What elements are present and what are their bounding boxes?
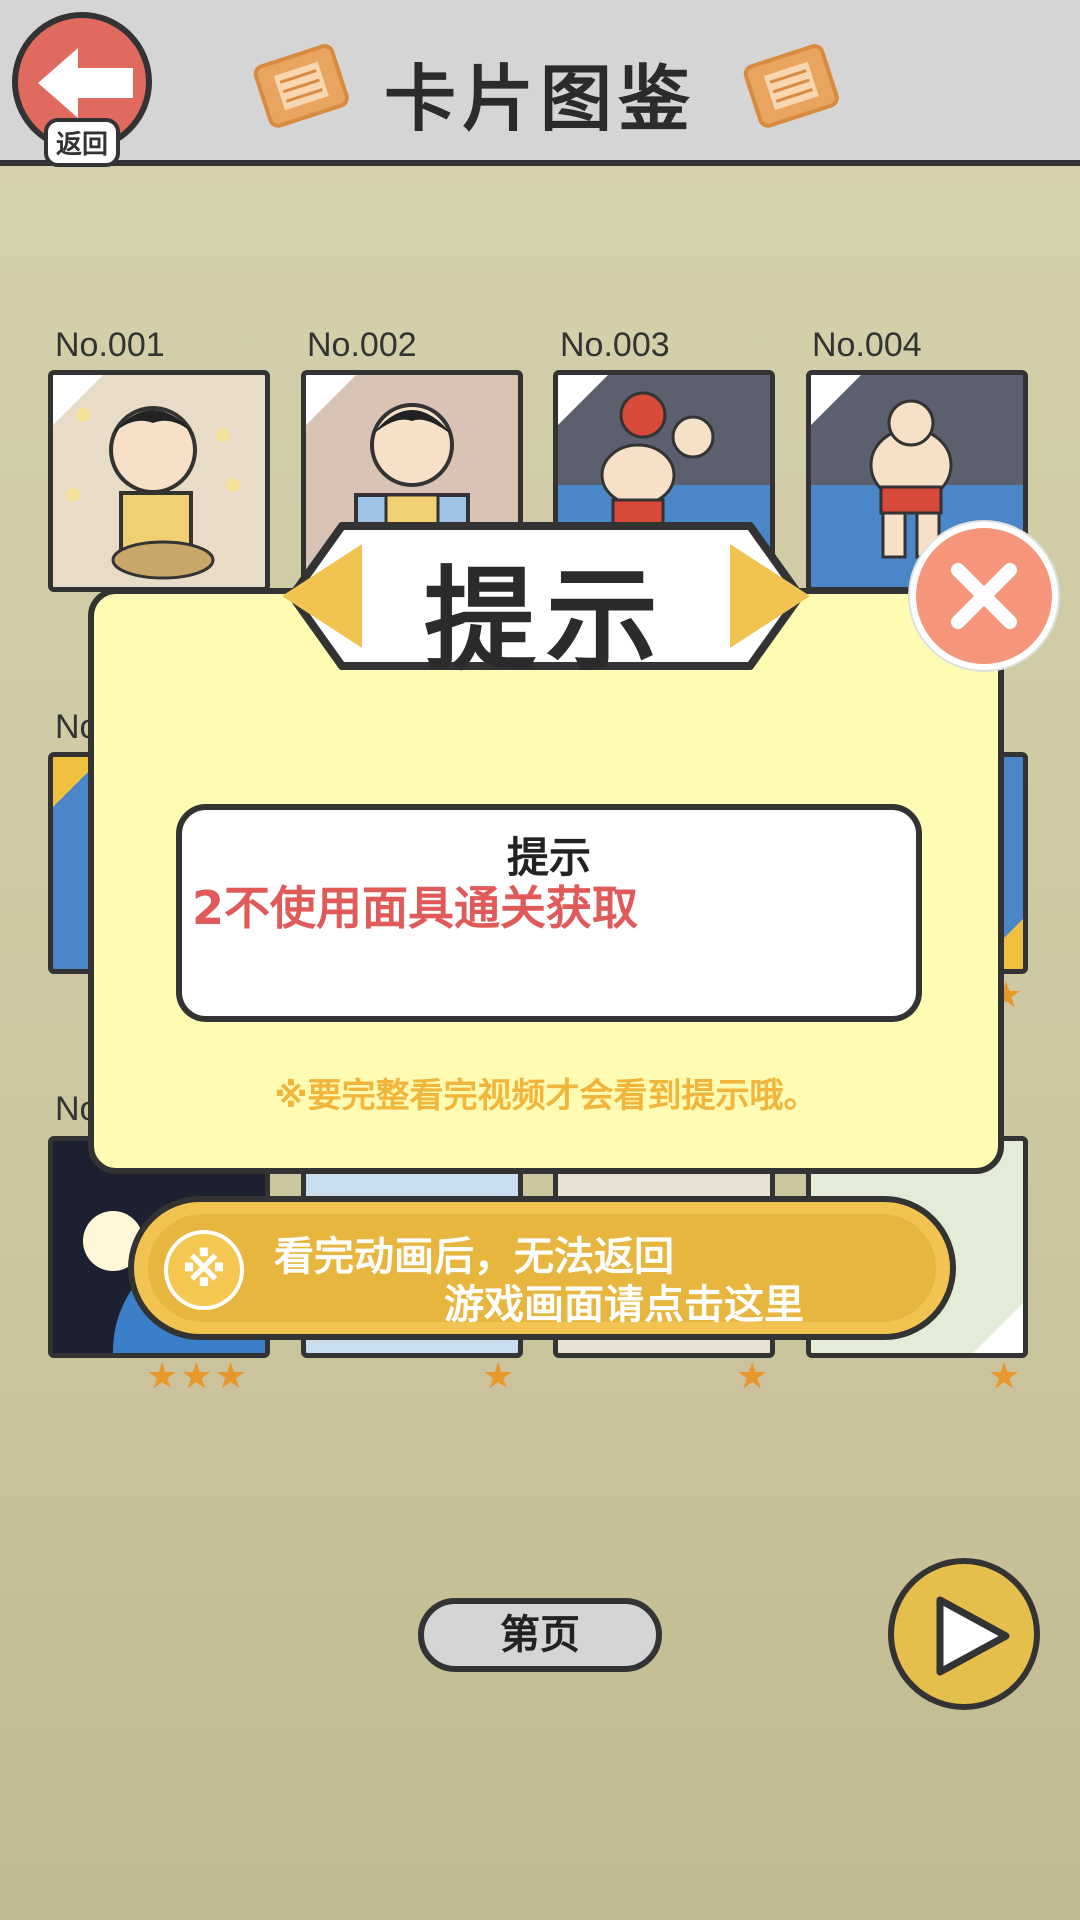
card-001[interactable] bbox=[48, 370, 270, 592]
play-icon bbox=[936, 1596, 1010, 1676]
back-button[interactable]: 返回 bbox=[12, 12, 152, 167]
star-rating: ★ bbox=[482, 1356, 517, 1397]
card-icon bbox=[743, 44, 839, 128]
card-number: No.004 bbox=[812, 326, 922, 364]
star-rating: ★ bbox=[988, 1356, 1023, 1397]
watch-button-label: 游戏画面请点击这里 bbox=[444, 1282, 804, 1328]
card-number: No.001 bbox=[55, 326, 165, 364]
star-rating: ★ bbox=[736, 1356, 771, 1397]
hint-text: 2不使用面具通关获取 bbox=[192, 881, 639, 935]
close-button[interactable] bbox=[910, 522, 1058, 670]
next-page-button[interactable] bbox=[888, 1558, 1040, 1710]
close-icon bbox=[951, 563, 1017, 629]
back-label: 返回 bbox=[44, 118, 121, 167]
top-bar: 返回 卡片图鉴 bbox=[0, 0, 1080, 167]
page-indicator: 第页 bbox=[418, 1598, 662, 1672]
hint-box: 提示 2不使用面具通关获取 bbox=[176, 804, 922, 1022]
back-arrow-icon bbox=[38, 48, 133, 118]
video-icon: ※ bbox=[164, 1230, 244, 1310]
dialog-title: 提示 bbox=[424, 556, 668, 686]
card-number: No.002 bbox=[307, 326, 417, 364]
card-number: No.003 bbox=[560, 326, 670, 364]
watch-video-button[interactable]: ※ 看完动画后，无法返回 游戏画面请点击这里 bbox=[128, 1196, 956, 1340]
page-title: 卡片图鉴 bbox=[383, 57, 696, 141]
star-rating: ★★★ bbox=[146, 1356, 249, 1397]
video-note: ※要完整看完视频才会看到提示哦。 bbox=[274, 1076, 818, 1116]
